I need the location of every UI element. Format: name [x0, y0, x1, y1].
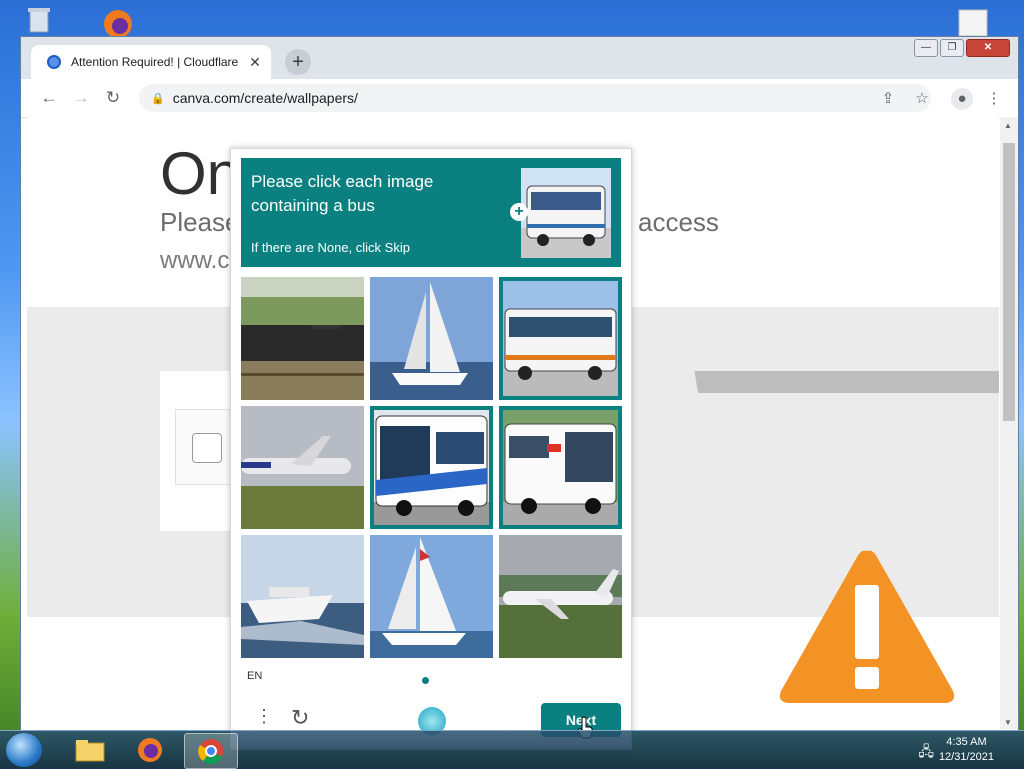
captcha-tile-5[interactable] — [370, 406, 493, 529]
captcha-menu-icon[interactable]: ⋮ — [255, 706, 273, 727]
profile-icon[interactable]: ● — [951, 88, 973, 110]
captcha-refresh-icon[interactable]: ↻ — [291, 705, 309, 731]
bookmark-star-icon[interactable]: ☆ — [911, 88, 933, 110]
chrome-taskbar-icon[interactable] — [184, 733, 238, 769]
page-subtitle-right: access — [638, 207, 719, 237]
scroll-thumb[interactable] — [1003, 143, 1015, 421]
share-icon[interactable]: ⇪ — [877, 88, 899, 110]
url-text: canva.com/create/wallpapers/ — [172, 90, 358, 106]
new-tab-button[interactable]: + — [285, 49, 311, 75]
captcha-tile-6[interactable] — [499, 406, 622, 529]
tab-close-button[interactable]: ✕ — [245, 54, 265, 71]
taskbar: 🖧 4:35 AM 12/31/2021 — [0, 730, 1024, 769]
captcha-tile-9[interactable] — [499, 535, 622, 658]
network-tray-icon[interactable]: 🖧 — [918, 741, 934, 765]
start-button-icon[interactable] — [6, 733, 42, 767]
recycle-bin-icon[interactable] — [22, 4, 56, 34]
captcha-tile-3[interactable] — [499, 277, 622, 400]
close-window-button[interactable]: ✕ — [966, 39, 1010, 57]
page-subtitle: Please — [160, 207, 240, 237]
expand-example-icon[interactable]: + — [510, 203, 528, 221]
taskbar-clock[interactable]: 4:35 AM 12/31/2021 — [939, 735, 994, 765]
captcha-grid — [241, 277, 622, 658]
captcha-tile-4[interactable] — [241, 406, 364, 529]
scroll-down-icon[interactable]: ▼ — [1004, 718, 1012, 727]
restore-button[interactable]: ❐ — [940, 39, 964, 57]
clock-date: 12/31/2021 — [938, 751, 994, 763]
warning-icon — [775, 543, 959, 714]
firefox-taskbar-icon[interactable] — [124, 733, 176, 767]
browser-toolbar: ← → ↻ 🔒 canva.com/create/wallpapers/ ⇪ ☆… — [21, 79, 1018, 118]
captcha-skip-hint: If there are None, click Skip — [251, 240, 410, 255]
page-domain-text: www.c — [160, 247, 230, 274]
lock-icon: 🔒 — [151, 92, 165, 105]
scroll-up-icon[interactable]: ▲ — [1004, 121, 1012, 130]
favicon-icon — [47, 55, 61, 69]
captcha-tile-7[interactable] — [241, 535, 364, 658]
reload-icon[interactable]: ↻ — [101, 86, 125, 110]
page-heading: On — [160, 140, 241, 207]
captcha-tile-1[interactable] — [241, 277, 364, 400]
captcha-tile-8[interactable] — [370, 535, 493, 658]
page-scrollbar[interactable]: ▲ ▼ — [1000, 117, 1018, 729]
back-arrow-icon[interactable]: ← — [37, 86, 61, 110]
captcha-dialog: Please click each image containing a bus… — [230, 148, 632, 750]
minimize-button[interactable]: — — [914, 39, 938, 57]
captcha-example-image — [521, 168, 611, 258]
captcha-tile-2[interactable] — [370, 277, 493, 400]
tab-cloudflare[interactable]: Attention Required! | Cloudflare ✕ — [31, 45, 271, 79]
challenge-checkbox[interactable] — [192, 433, 222, 463]
captcha-header: Please click each image containing a bus… — [241, 158, 621, 267]
window-controls: — ❐ ✕ — [914, 39, 1010, 57]
forward-arrow-icon[interactable]: → — [69, 86, 93, 110]
captcha-prompt: Please click each image containing a bus — [251, 172, 434, 215]
tab-title: Attention Required! | Cloudflare — [71, 55, 239, 69]
address-bar[interactable]: 🔒 canva.com/create/wallpapers/ — [139, 84, 931, 112]
language-selector[interactable]: EN — [247, 670, 262, 682]
tab-bar: Attention Required! | Cloudflare ✕ + — ❐… — [21, 37, 1018, 79]
menu-kebab-icon[interactable]: ⋮ — [983, 88, 1005, 110]
clock-time: 4:35 AM — [946, 736, 987, 748]
explorer-taskbar-icon[interactable] — [64, 733, 116, 767]
page-indicator-dot — [422, 677, 429, 684]
